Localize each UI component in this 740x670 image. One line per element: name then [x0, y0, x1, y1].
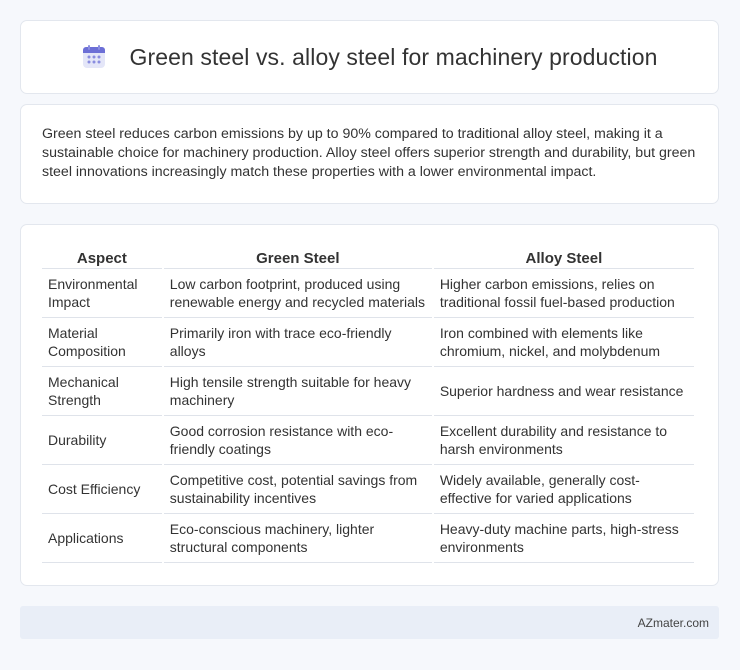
cell-alloy-steel: Superior hardness and wear resistance [433, 367, 694, 416]
cell-aspect: Cost Efficiency [42, 465, 162, 514]
table-row: Durability Good corrosion resistance wit… [42, 416, 694, 465]
title-wrap: Green steel vs. alloy steel for machiner… [81, 44, 657, 71]
header-alloy-steel: Alloy Steel [433, 245, 694, 269]
summary-text: Green steel reduces carbon emissions by … [42, 126, 696, 180]
table-row: Mechanical Strength High tensile strengt… [42, 367, 694, 416]
calendar-icon [81, 44, 107, 70]
table-row: Cost Efficiency Competitive cost, potent… [42, 465, 694, 514]
footer-bar: AZmater.com [20, 606, 719, 639]
cell-alloy-steel: Iron combined with elements like chromiu… [433, 318, 694, 367]
comparison-table: Aspect Green Steel Alloy Steel Environme… [40, 245, 696, 563]
cell-aspect: Material Composition [42, 318, 162, 367]
cell-aspect: Applications [42, 514, 162, 563]
cell-alloy-steel: Higher carbon emissions, relies on tradi… [433, 269, 694, 318]
table-row: Material Composition Primarily iron with… [42, 318, 694, 367]
cell-green-steel: Primarily iron with trace eco-friendly a… [163, 318, 432, 367]
header-green-steel: Green Steel [163, 245, 432, 269]
cell-aspect: Durability [42, 416, 162, 465]
cell-alloy-steel: Widely available, generally cost-effecti… [433, 465, 694, 514]
title-card: Green steel vs. alloy steel for machiner… [20, 20, 719, 94]
cell-green-steel: High tensile strength suitable for heavy… [163, 367, 432, 416]
cell-aspect: Environmental Impact [42, 269, 162, 318]
table-header-row: Aspect Green Steel Alloy Steel [42, 245, 694, 269]
cell-alloy-steel: Heavy-duty machine parts, high-stress en… [433, 514, 694, 563]
table-card: Aspect Green Steel Alloy Steel Environme… [20, 224, 719, 586]
cell-green-steel: Low carbon footprint, produced using ren… [163, 269, 432, 318]
footer-source-link[interactable]: AZmater.com [638, 616, 709, 630]
cell-green-steel: Good corrosion resistance with eco-frien… [163, 416, 432, 465]
table-row: Applications Eco-conscious machinery, li… [42, 514, 694, 563]
header-aspect: Aspect [42, 245, 162, 269]
cell-aspect: Mechanical Strength [42, 367, 162, 416]
cell-green-steel: Competitive cost, potential savings from… [163, 465, 432, 514]
table-row: Environmental Impact Low carbon footprin… [42, 269, 694, 318]
cell-alloy-steel: Excellent durability and resistance to h… [433, 416, 694, 465]
page-title: Green steel vs. alloy steel for machiner… [129, 43, 658, 70]
summary-card: Green steel reduces carbon emissions by … [20, 104, 719, 204]
cell-green-steel: Eco-conscious machinery, lighter structu… [163, 514, 432, 563]
